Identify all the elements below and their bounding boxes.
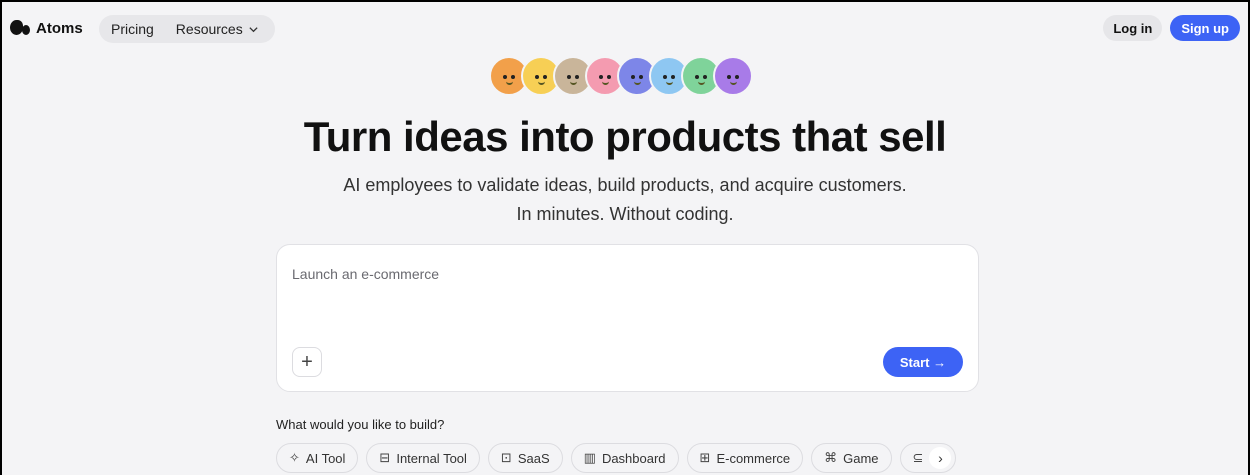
chevron-right-icon[interactable]: ›	[929, 447, 952, 469]
suggestion-chip[interactable]: ⊞ E-commerce	[686, 443, 804, 473]
top-navbar: Atoms Pricing Resources Log in Sign up	[10, 12, 1240, 44]
avatar	[713, 56, 753, 96]
nav-resources[interactable]: Resources	[176, 21, 259, 37]
store-icon: ⊞	[699, 450, 711, 465]
sparkle-icon: ✧	[289, 450, 300, 465]
signup-button[interactable]: Sign up	[1170, 15, 1240, 41]
gamepad-icon: ⌘	[824, 450, 838, 465]
prompt-box[interactable]: Launch an e-commerce + Start →	[276, 244, 979, 392]
suggestion-chip-label: Internal Tool	[396, 450, 467, 466]
briefcase-icon: ⊟	[379, 450, 391, 465]
suggestion-chip-label: AI Tool	[305, 450, 346, 466]
chart-icon: ▥	[583, 450, 596, 465]
suggestion-chip-label: Game	[843, 450, 879, 466]
suggestion-chip-label: Dashboard	[601, 450, 666, 466]
hero-headline: Turn ideas into products that sell	[303, 113, 947, 160]
more-category-icon: ⊆	[912, 450, 924, 465]
suggestion-chip-label: SaaS	[517, 450, 550, 466]
chevron-down-icon	[249, 26, 258, 32]
suggestion-chip[interactable]: ⊟ Internal Tool	[366, 443, 480, 473]
brand[interactable]: Atoms	[10, 18, 83, 38]
atoms-logo-icon	[10, 18, 30, 38]
nav-resources-label: Resources	[175, 21, 243, 37]
start-button[interactable]: Start →	[883, 347, 963, 377]
suggestion-chip-label: E-commerce	[716, 450, 791, 466]
hero-subtitle-line1: AI employees to validate ideas, build pr…	[343, 175, 907, 195]
suggestion-chip[interactable]: ✧ AI Tool	[276, 443, 359, 473]
window-icon: ⊡	[500, 450, 512, 465]
plus-icon: +	[301, 350, 313, 373]
more-chips[interactable]: ⊆ ›	[899, 443, 957, 473]
prompt-input[interactable]: Launch an e-commerce	[292, 266, 439, 282]
ai-employee-avatars	[489, 56, 753, 98]
suggestions-heading: What would you like to build?	[276, 417, 445, 432]
suggestion-chip[interactable]: ⊡ SaaS	[487, 443, 563, 473]
main-nav: Pricing Resources	[99, 15, 275, 43]
suggestion-chip[interactable]: ▥ Dashboard	[570, 443, 679, 473]
attach-button[interactable]: +	[292, 347, 322, 377]
brand-name: Atoms	[36, 19, 83, 37]
suggestion-chips: ✧ AI Tool ⊟ Internal Tool ⊡ SaaS ▥ Dashboard ⊞ E-…	[276, 443, 957, 473]
hero-subtitle-line2: In minutes. Without coding.	[516, 204, 734, 224]
auth-actions: Log in Sign up	[1103, 15, 1240, 41]
nav-pricing-label: Pricing	[111, 21, 154, 37]
login-button[interactable]: Log in	[1103, 15, 1163, 41]
hero-subtitle: AI employees to validate ideas, build pr…	[0, 171, 1250, 229]
nav-pricing[interactable]: Pricing	[111, 21, 154, 37]
suggestion-chip[interactable]: ⌘ Game	[811, 443, 892, 473]
